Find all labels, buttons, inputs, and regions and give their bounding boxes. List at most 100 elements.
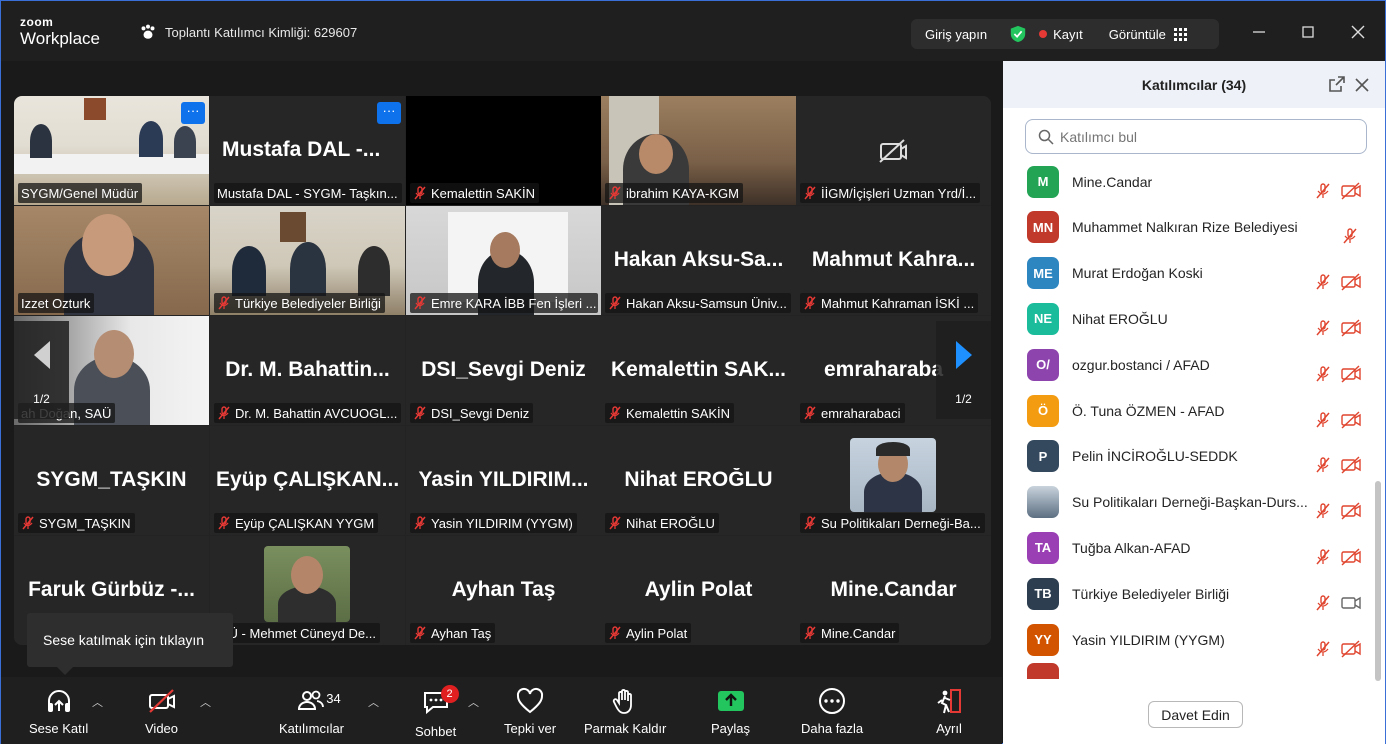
tile-name: İİGM/İçişleri Uzman Yrd/İ... [821, 185, 977, 201]
meeting-id-info[interactable]: Toplantı Katılımcı Kimliği: 629607 [139, 23, 357, 41]
more-options-button[interactable]: ··· [181, 102, 205, 124]
participant-row[interactable]: TB Türkiye Belediyeler Birliği [1003, 571, 1373, 616]
video-tile-active-speaker[interactable]: Izzet Ozturk [14, 206, 209, 315]
video-tile[interactable]: Eyüp ÇALIŞKAN... Eyüp ÇALIŞKAN YYGM [210, 426, 405, 535]
tile-name-label: Yasin YILDIRIM (YYGM) [410, 513, 577, 533]
video-tile[interactable]: SYGM_TAŞKIN SYGM_TAŞKIN [14, 426, 209, 535]
more-button[interactable]: Daha fazla [801, 687, 863, 736]
video-tile[interactable]: DSI_Sevgi Deniz DSI_Sevgi Deniz [406, 316, 601, 425]
camera-off-icon[interactable] [1341, 410, 1361, 429]
signin-link[interactable]: Giriş yapın [925, 27, 987, 42]
muted-mic-icon[interactable] [1314, 365, 1332, 383]
record-button[interactable]: Kayıt [1053, 27, 1083, 42]
minimize-button[interactable] [1244, 19, 1274, 45]
video-tile[interactable]: Kemalettin SAKİN [406, 96, 601, 205]
camera-off-icon[interactable] [1341, 319, 1361, 337]
tile-name-label: Emre KARA İBB Fen İşleri ... [410, 293, 598, 313]
participant-avatar: P [1027, 440, 1059, 473]
view-button[interactable]: Görüntüle [1109, 27, 1166, 42]
camera-on-icon[interactable] [1341, 594, 1361, 612]
participant-row[interactable]: TA Tuğba Alkan-AFAD [1003, 525, 1373, 570]
video-tile[interactable]: İİGM/İçişleri Uzman Yrd/İ... [796, 96, 991, 205]
camera-off-icon[interactable] [1341, 639, 1361, 658]
video-tile[interactable]: Ayhan Taş Ayhan Taş [406, 536, 601, 645]
video-tile[interactable]: Türkiye Belediyeler Birliği [210, 206, 405, 315]
camera-off-icon[interactable] [1341, 548, 1361, 566]
shield-check-icon[interactable] [1009, 25, 1027, 43]
video-tile[interactable]: Kemalettin SAK... Kemalettin SAKİN [601, 316, 796, 425]
muted-mic-icon[interactable] [1314, 411, 1332, 429]
participants-button[interactable]: 34 Katılımcılar [279, 687, 344, 736]
video-tile[interactable]: ··· SYGM/Genel Müdür [14, 96, 209, 205]
muted-mic-icon[interactable] [1314, 502, 1332, 520]
camera-off-icon[interactable] [1341, 456, 1361, 474]
video-tile[interactable]: Emre KARA İBB Fen İşleri ... [406, 206, 601, 315]
popout-icon[interactable] [1328, 75, 1346, 93]
maximize-button[interactable] [1293, 19, 1323, 45]
video-tile[interactable]: Mahmut Kahra... Mahmut Kahraman İSKİ ... [796, 206, 991, 315]
muted-mic-icon[interactable] [1341, 227, 1359, 245]
video-tile[interactable]: Mine.Candar Mine.Candar [796, 536, 991, 645]
participant-row[interactable]: ME Murat Erdoğan Koski [1003, 251, 1373, 296]
invite-button[interactable]: Davet Edin [1148, 701, 1243, 728]
video-tile[interactable]: ibrahim KAYA-KGM [601, 96, 796, 205]
close-panel-icon[interactable] [1355, 78, 1369, 92]
muted-mic-icon[interactable] [1314, 548, 1332, 566]
participant-search[interactable] [1025, 119, 1367, 154]
search-input[interactable] [1060, 128, 1340, 145]
video-options-caret[interactable]: ︿ [200, 694, 211, 710]
react-button[interactable]: Tepki ver [504, 687, 556, 736]
participant-row[interactable]: M Mine.Candar [1003, 159, 1373, 204]
close-window-button[interactable] [1343, 19, 1373, 45]
participant-row[interactable]: Ö Ö. Tuna ÖZMEN - AFAD [1003, 388, 1373, 433]
person [358, 246, 390, 296]
tile-name: Su Politikaları Derneği-Ba... [821, 515, 981, 531]
participant-row[interactable]: NE Nihat EROĞLU [1003, 296, 1373, 341]
muted-mic-icon[interactable] [1314, 273, 1332, 291]
chat-options-caret[interactable]: ︿ [468, 694, 479, 710]
camera-off-icon[interactable] [1341, 273, 1361, 291]
camera-off-icon[interactable] [1341, 502, 1361, 520]
join-audio-button[interactable]: Sese Katıl [29, 687, 88, 736]
participant-row[interactable]: O/ozgur.bostanci / AFAD [1003, 342, 1373, 387]
muted-mic-icon[interactable] [1314, 319, 1332, 337]
participants-options-caret[interactable]: ︿ [368, 694, 379, 710]
tile-display-name: SYGM_TAŞKIN [36, 468, 187, 491]
video-button[interactable]: Video [145, 687, 178, 736]
muted-mic-icon [414, 296, 426, 310]
tile-display-name: Yasin YILDIRIM... [418, 468, 589, 491]
grid-icon[interactable] [1173, 27, 1187, 41]
leave-button[interactable]: Ayrıl [934, 687, 964, 736]
chat-button[interactable]: 2 Sohbet [415, 685, 459, 739]
video-tile[interactable]: İTÜ - Mehmet Cüneyd De... [210, 536, 405, 645]
video-tile[interactable]: Mustafa DAL -... ··· Mustafa DAL - SYGM-… [210, 96, 405, 205]
person [174, 126, 196, 158]
muted-mic-icon[interactable] [1314, 594, 1332, 612]
scrollbar-thumb[interactable] [1375, 481, 1381, 681]
camera-off-icon[interactable] [1341, 181, 1361, 200]
muted-mic-icon[interactable] [1314, 456, 1332, 474]
raise-hand-button[interactable]: Parmak Kaldır [584, 687, 666, 736]
muted-mic-icon[interactable] [1314, 182, 1332, 200]
video-tile[interactable]: Hakan Aksu-Sa... Hakan Aksu-Samsun Üniv.… [601, 206, 796, 315]
share-button[interactable]: Paylaş [711, 687, 750, 736]
muted-mic-icon [218, 516, 230, 530]
react-label: Tepki ver [504, 721, 557, 736]
more-options-button[interactable]: ··· [377, 102, 401, 124]
video-tile[interactable]: Nihat EROĞLU Nihat EROĞLU [601, 426, 796, 535]
muted-mic-icon[interactable] [1314, 640, 1332, 658]
camera-off-icon[interactable] [1341, 365, 1361, 383]
next-page-button[interactable]: 1/2 [936, 321, 991, 419]
participants-scrollbar[interactable] [1375, 161, 1381, 681]
video-tile[interactable]: Yasin YILDIRIM... Yasin YILDIRIM (YYGM) [406, 426, 601, 535]
participant-row[interactable]: Su Politikaları Derneği-Başkan-Durs... [1003, 480, 1373, 525]
video-tile[interactable]: Aylin Polat Aylin Polat [601, 536, 796, 645]
tile-display-name: Hakan Aksu-Sa... [613, 248, 784, 271]
participant-row[interactable]: P Pelin İNCİROĞLU-SEDDK [1003, 434, 1373, 479]
audio-options-caret[interactable]: ︿ [92, 694, 103, 710]
participant-row[interactable]: MN Muhammet Nalkıran Rize Belediyesi [1003, 205, 1373, 250]
participant-row[interactable]: YY Yasin YILDIRIM (YYGM) [1003, 617, 1373, 662]
video-tile[interactable]: Dr. M. Bahattin... Dr. M. Bahattin AVCUO… [210, 316, 405, 425]
video-tile[interactable]: Su Politikaları Derneği-Ba... [796, 426, 991, 535]
prev-page-button[interactable]: 1/2 [14, 321, 69, 419]
